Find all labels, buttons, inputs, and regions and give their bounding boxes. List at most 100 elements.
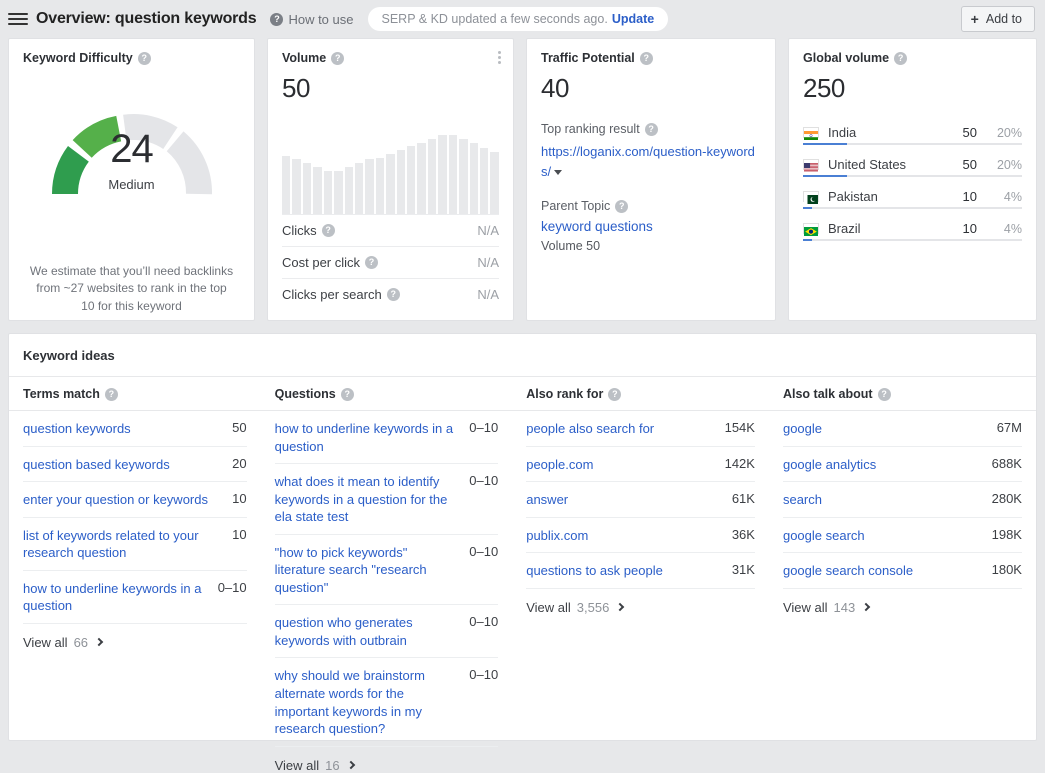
add-to-button[interactable]: + Add to bbox=[961, 6, 1035, 32]
help-icon[interactable]: ? bbox=[105, 388, 118, 401]
keyword-link[interactable]: question who generates keywords with out… bbox=[275, 614, 460, 649]
keyword-volume: 0–10 bbox=[469, 544, 498, 597]
top-ranking-result-link[interactable]: https://loganix.com/question-keywords/ bbox=[541, 144, 755, 179]
help-icon[interactable]: ? bbox=[341, 388, 354, 401]
view-all-button[interactable]: View all16 bbox=[275, 747, 499, 773]
keyword-row[interactable]: questions to ask people31K bbox=[526, 553, 755, 589]
traffic-potential-card: Traffic Potential ? 40 Top ranking resul… bbox=[526, 38, 776, 321]
column-header-label: Questions bbox=[275, 387, 336, 401]
country-share-bar bbox=[803, 239, 1022, 241]
histogram-bar bbox=[438, 135, 446, 214]
keyword-link[interactable]: how to underline keywords in a question bbox=[275, 420, 460, 455]
keyword-link[interactable]: google bbox=[783, 420, 822, 438]
metric-row: Clicks ? N/A bbox=[282, 214, 499, 246]
keyword-link[interactable]: "how to pick keywords" literature search… bbox=[275, 544, 460, 597]
parent-topic-link[interactable]: keyword questions bbox=[541, 219, 653, 234]
keyword-row[interactable]: question who generates keywords with out… bbox=[275, 605, 499, 658]
histogram-bar bbox=[292, 159, 300, 214]
flag-united-states-icon bbox=[803, 159, 819, 170]
how-to-use-link[interactable]: ? How to use bbox=[270, 12, 353, 27]
page-title: Overview: question keywords bbox=[36, 10, 256, 28]
keyword-link[interactable]: google search bbox=[783, 527, 865, 545]
keyword-row[interactable]: publix.com36K bbox=[526, 518, 755, 554]
keyword-row[interactable]: "how to pick keywords" literature search… bbox=[275, 535, 499, 606]
keyword-link[interactable]: people.com bbox=[526, 456, 593, 474]
keyword-row[interactable]: people also search for154K bbox=[526, 411, 755, 447]
keyword-link[interactable]: question keywords bbox=[23, 420, 131, 438]
country-row[interactable]: India5020% bbox=[803, 120, 1022, 145]
view-all-button[interactable]: View all143 bbox=[783, 589, 1022, 615]
keyword-link[interactable]: list of keywords related to your researc… bbox=[23, 527, 222, 562]
column-header-also-rank-for: Also rank for? bbox=[512, 377, 769, 410]
country-percent: 4% bbox=[986, 190, 1022, 204]
metric-value: N/A bbox=[477, 255, 499, 270]
keyword-row[interactable]: what does it mean to identify keywords i… bbox=[275, 464, 499, 535]
keyword-row[interactable]: google analytics 688K bbox=[783, 447, 1022, 483]
keyword-link[interactable]: question based keywords bbox=[23, 456, 170, 474]
keyword-link[interactable]: search bbox=[783, 491, 822, 509]
global-volume-title: Global volume ? bbox=[803, 51, 1022, 65]
chevron-down-icon[interactable] bbox=[554, 170, 562, 175]
help-icon[interactable]: ? bbox=[608, 388, 621, 401]
keyword-link[interactable]: why should we brainstorm alternate words… bbox=[275, 667, 460, 737]
keyword-row[interactable]: how to underline keywords in a question0… bbox=[275, 411, 499, 464]
country-row[interactable]: Brazil104% bbox=[803, 216, 1022, 241]
metric-row: Clicks per search ? N/A bbox=[282, 278, 499, 310]
help-icon[interactable]: ? bbox=[365, 256, 378, 269]
histogram-bar bbox=[313, 167, 321, 214]
keyword-link[interactable]: answer bbox=[526, 491, 568, 509]
keyword-volume: 688K bbox=[992, 456, 1022, 474]
keyword-link[interactable]: people also search for bbox=[526, 420, 654, 438]
keyword-link[interactable]: enter your question or keywords bbox=[23, 491, 208, 509]
chevron-right-icon bbox=[616, 603, 624, 611]
histogram-bar bbox=[303, 163, 311, 214]
country-name: India bbox=[828, 125, 934, 140]
keyword-row[interactable]: why should we brainstorm alternate words… bbox=[275, 658, 499, 746]
keyword-link[interactable]: google analytics bbox=[783, 456, 876, 474]
keyword-link[interactable]: how to underline keywords in a question bbox=[23, 580, 208, 615]
histogram-bar bbox=[324, 171, 332, 214]
keyword-row[interactable]: google67M bbox=[783, 411, 1022, 447]
help-icon[interactable]: ? bbox=[387, 288, 400, 301]
help-icon[interactable]: ? bbox=[615, 200, 628, 213]
keyword-row[interactable]: question based keywords20 bbox=[23, 447, 247, 483]
flag-brazil-icon bbox=[803, 223, 819, 234]
update-button[interactable]: Update bbox=[612, 12, 654, 26]
keyword-row[interactable]: search280K bbox=[783, 482, 1022, 518]
help-icon[interactable]: ? bbox=[138, 52, 151, 65]
help-icon[interactable]: ? bbox=[878, 388, 891, 401]
view-all-button[interactable]: View all3,556 bbox=[526, 589, 755, 615]
keyword-volume: 0–10 bbox=[469, 667, 498, 737]
help-icon[interactable]: ? bbox=[894, 52, 907, 65]
keyword-row[interactable]: how to underline keywords in a question0… bbox=[23, 571, 247, 624]
keyword-link[interactable]: what does it mean to identify keywords i… bbox=[275, 473, 460, 526]
keyword-row[interactable]: enter your question or keywords10 bbox=[23, 482, 247, 518]
keyword-row[interactable]: question keywords 50 bbox=[23, 411, 247, 447]
keyword-row[interactable]: google search198K bbox=[783, 518, 1022, 554]
country-row[interactable]: Pakistan104% bbox=[803, 184, 1022, 209]
keyword-ideas-header-row: Terms match?Questions?Also rank for?Also… bbox=[9, 376, 1036, 411]
keyword-link[interactable]: google search console bbox=[783, 562, 913, 580]
help-icon[interactable]: ? bbox=[331, 52, 344, 65]
country-share-bar bbox=[803, 207, 1022, 209]
keyword-row[interactable]: list of keywords related to your researc… bbox=[23, 518, 247, 571]
keyword-row[interactable]: people.com142K bbox=[526, 447, 755, 483]
country-row[interactable]: United States5020% bbox=[803, 152, 1022, 177]
help-icon[interactable]: ? bbox=[640, 52, 653, 65]
traffic-potential-label: Traffic Potential bbox=[541, 51, 635, 65]
keyword-ideas-body: question keywords 50 question based keywor… bbox=[9, 411, 1036, 773]
keyword-volume: 50 bbox=[232, 420, 246, 438]
keyword-link[interactable]: questions to ask people bbox=[526, 562, 663, 580]
keyword-row[interactable]: answer 61K bbox=[526, 482, 755, 518]
hamburger-icon[interactable] bbox=[8, 9, 28, 29]
help-icon[interactable]: ? bbox=[645, 123, 658, 136]
keyword-volume: 61K bbox=[732, 491, 755, 509]
country-percent: 20% bbox=[986, 158, 1022, 172]
view-all-button[interactable]: View all66 bbox=[23, 624, 247, 650]
help-icon[interactable]: ? bbox=[322, 224, 335, 237]
keyword-link[interactable]: publix.com bbox=[526, 527, 588, 545]
keyword-difficulty-value: 24 bbox=[23, 127, 240, 172]
country-volume: 50 bbox=[943, 157, 977, 172]
volume-menu-icon[interactable] bbox=[498, 51, 501, 64]
keyword-row[interactable]: google search console180K bbox=[783, 553, 1022, 589]
